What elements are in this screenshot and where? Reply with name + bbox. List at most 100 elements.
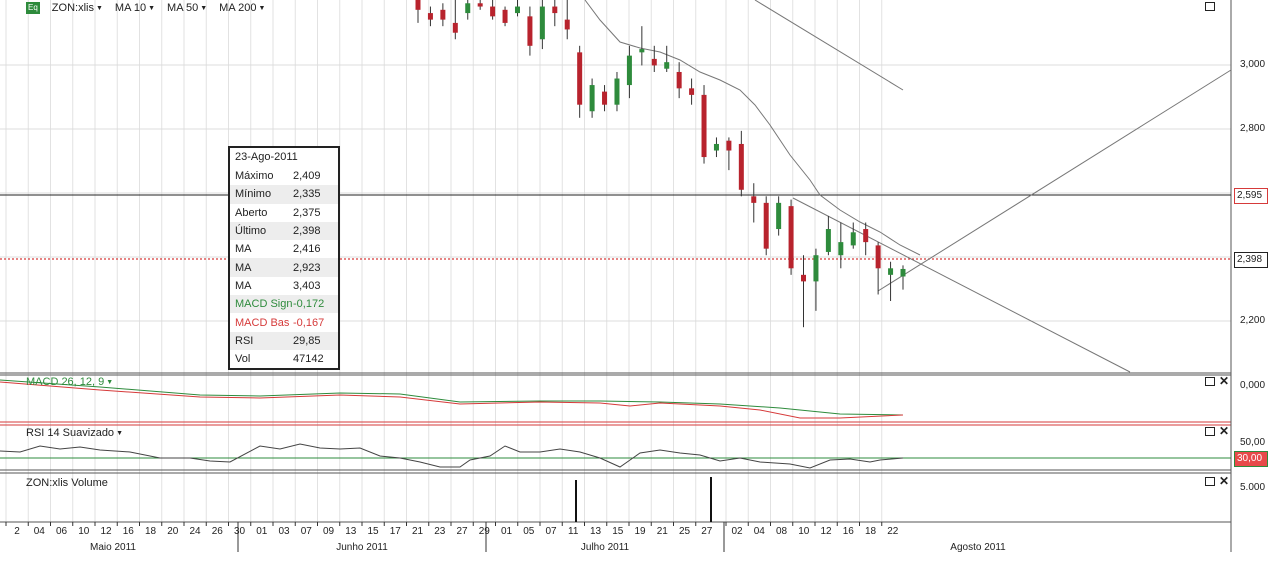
trendline-up[interactable] <box>877 69 1232 292</box>
date-tick-label: 30 <box>233 526 246 537</box>
date-tick-label: 01 <box>500 526 513 537</box>
tooltip-row-value: -0,172 <box>293 298 325 311</box>
candle-body <box>477 3 483 7</box>
date-tick-label: 08 <box>775 526 788 537</box>
rsi-panel-menu[interactable]: RSI 14 Suavizado ▼ <box>26 427 123 439</box>
tooltip-row: MACD Bas -0,167 <box>230 313 338 331</box>
data-tooltip: 23-Ago-2011 Máximo 2,409 Mínimo 2,335 Aberto… <box>228 146 340 370</box>
volume-label: ZON:xlis Volume <box>26 477 108 489</box>
date-tick-label: 21 <box>656 526 668 537</box>
date-tick-label: 04 <box>33 526 45 537</box>
tooltip-row-label: Último <box>235 225 267 238</box>
symbol-dropdown[interactable]: ZON:xlis ▼ <box>52 2 103 14</box>
candlestick-series[interactable] <box>415 0 906 328</box>
rsi-axis-label: 50,00 <box>1240 437 1266 448</box>
tooltip-row-value: 2,375 <box>293 206 321 219</box>
date-tick-label: 05 <box>523 526 535 537</box>
trendline-upper[interactable] <box>754 0 904 91</box>
candle-body <box>664 62 670 69</box>
candle <box>776 196 782 236</box>
tooltip-row: Último 2,398 <box>230 221 338 241</box>
date-tick-label: 02 <box>731 526 743 537</box>
close-icon[interactable]: ✕ <box>1219 475 1229 487</box>
candle-body <box>651 58 657 66</box>
tooltip-row-label: MACD Sign <box>235 298 293 311</box>
maximize-icon[interactable] <box>1205 2 1215 11</box>
rsi-threshold-tag: 30,00 <box>1234 451 1268 467</box>
date-tick-label: 24 <box>189 526 201 537</box>
date-tick-label: 22 <box>887 526 899 537</box>
date-tick-label: 21 <box>411 526 424 537</box>
candle <box>626 45 632 99</box>
rsi-label: RSI 14 Suavizado <box>26 427 115 439</box>
ma10-dropdown[interactable]: MA 10 ▼ <box>115 2 155 14</box>
candle <box>664 45 670 72</box>
date-tick-label: 27 <box>701 526 713 537</box>
date-tick-label: 15 <box>612 526 624 537</box>
macd-panel-controls: ✕ <box>1205 375 1229 387</box>
candle <box>838 222 844 269</box>
date-tick-label: 15 <box>367 526 379 537</box>
ma50-dropdown[interactable]: MA 50 ▼ <box>167 2 207 14</box>
price-panel-controls <box>1205 2 1215 11</box>
tooltip-date: 23-Ago-2011 <box>235 151 298 163</box>
date-tick-label: 27 <box>456 526 468 537</box>
date-tick-label: 20 <box>167 526 179 537</box>
candle-body <box>602 91 608 105</box>
chart-canvas[interactable] <box>0 0 1269 564</box>
date-tick-label: 19 <box>634 526 646 537</box>
tooltip-row-value: 2,335 <box>293 188 321 201</box>
ma200-dropdown[interactable]: MA 200 ▼ <box>219 2 265 14</box>
candle <box>502 6 508 27</box>
close-icon[interactable]: ✕ <box>1219 425 1229 437</box>
tooltip-row-label: Mínimo <box>235 188 272 201</box>
tooltip-row-value: 29,85 <box>293 334 321 347</box>
candle <box>527 6 533 56</box>
tooltip-row: MA 3,403 <box>230 277 338 295</box>
candle <box>888 261 894 302</box>
maximize-icon[interactable] <box>1205 377 1215 386</box>
date-tick-label: 07 <box>545 526 557 537</box>
candle-body <box>452 22 458 33</box>
trendline-down[interactable] <box>792 197 1131 373</box>
volume-panel-label: ZON:xlis Volume <box>26 477 108 489</box>
date-tick-label: 07 <box>300 526 312 537</box>
tooltip-rows: Máximo 2,409 Mínimo 2,335 Aberto 2,375 Último 2… <box>230 167 338 368</box>
candle <box>825 215 831 256</box>
tooltip-row-value: 2,416 <box>293 243 321 256</box>
price-axis-label: 2,200 <box>1240 315 1266 326</box>
tooltip-row: Aberto 2,375 <box>230 204 338 222</box>
date-tick-label: 25 <box>678 526 691 537</box>
candle-body <box>863 229 869 243</box>
tooltip-row: MACD Sign -0,172 <box>230 295 338 314</box>
dropdown-arrow-icon: ▼ <box>116 429 123 437</box>
candle <box>415 0 421 23</box>
maximize-icon[interactable] <box>1205 477 1215 486</box>
date-tick-label: 10 <box>78 526 90 537</box>
vertical-gridlines <box>5 0 883 522</box>
candle-body <box>564 19 570 30</box>
date-tick-label: 18 <box>864 526 877 537</box>
candle-body <box>427 13 433 20</box>
close-icon[interactable]: ✕ <box>1219 375 1229 387</box>
maximize-icon[interactable] <box>1205 427 1215 436</box>
candle-body <box>440 9 446 20</box>
candle-body <box>888 268 894 275</box>
price-axis-label: 2,800 <box>1240 123 1266 134</box>
candle-body <box>875 245 881 269</box>
ma200-label: MA 200 <box>219 2 257 14</box>
macd-panel-menu[interactable]: MACD 26, 12, 9 ▼ <box>26 376 113 388</box>
tooltip-row-label: MA <box>235 261 252 274</box>
candle <box>552 0 558 27</box>
date-tick-label: 06 <box>55 526 68 537</box>
date-tick-label: 23 <box>434 526 446 537</box>
date-tick-label: 26 <box>211 526 223 537</box>
candle-body <box>514 6 520 14</box>
candle-body <box>801 274 807 282</box>
candle <box>751 183 757 223</box>
candle-body <box>626 55 632 86</box>
tooltip-row: Máximo 2,409 <box>230 167 338 185</box>
candle-body <box>577 52 583 105</box>
month-label: Julho 2011 <box>580 542 630 553</box>
resistance-price-tag: 2,595 <box>1234 188 1268 204</box>
